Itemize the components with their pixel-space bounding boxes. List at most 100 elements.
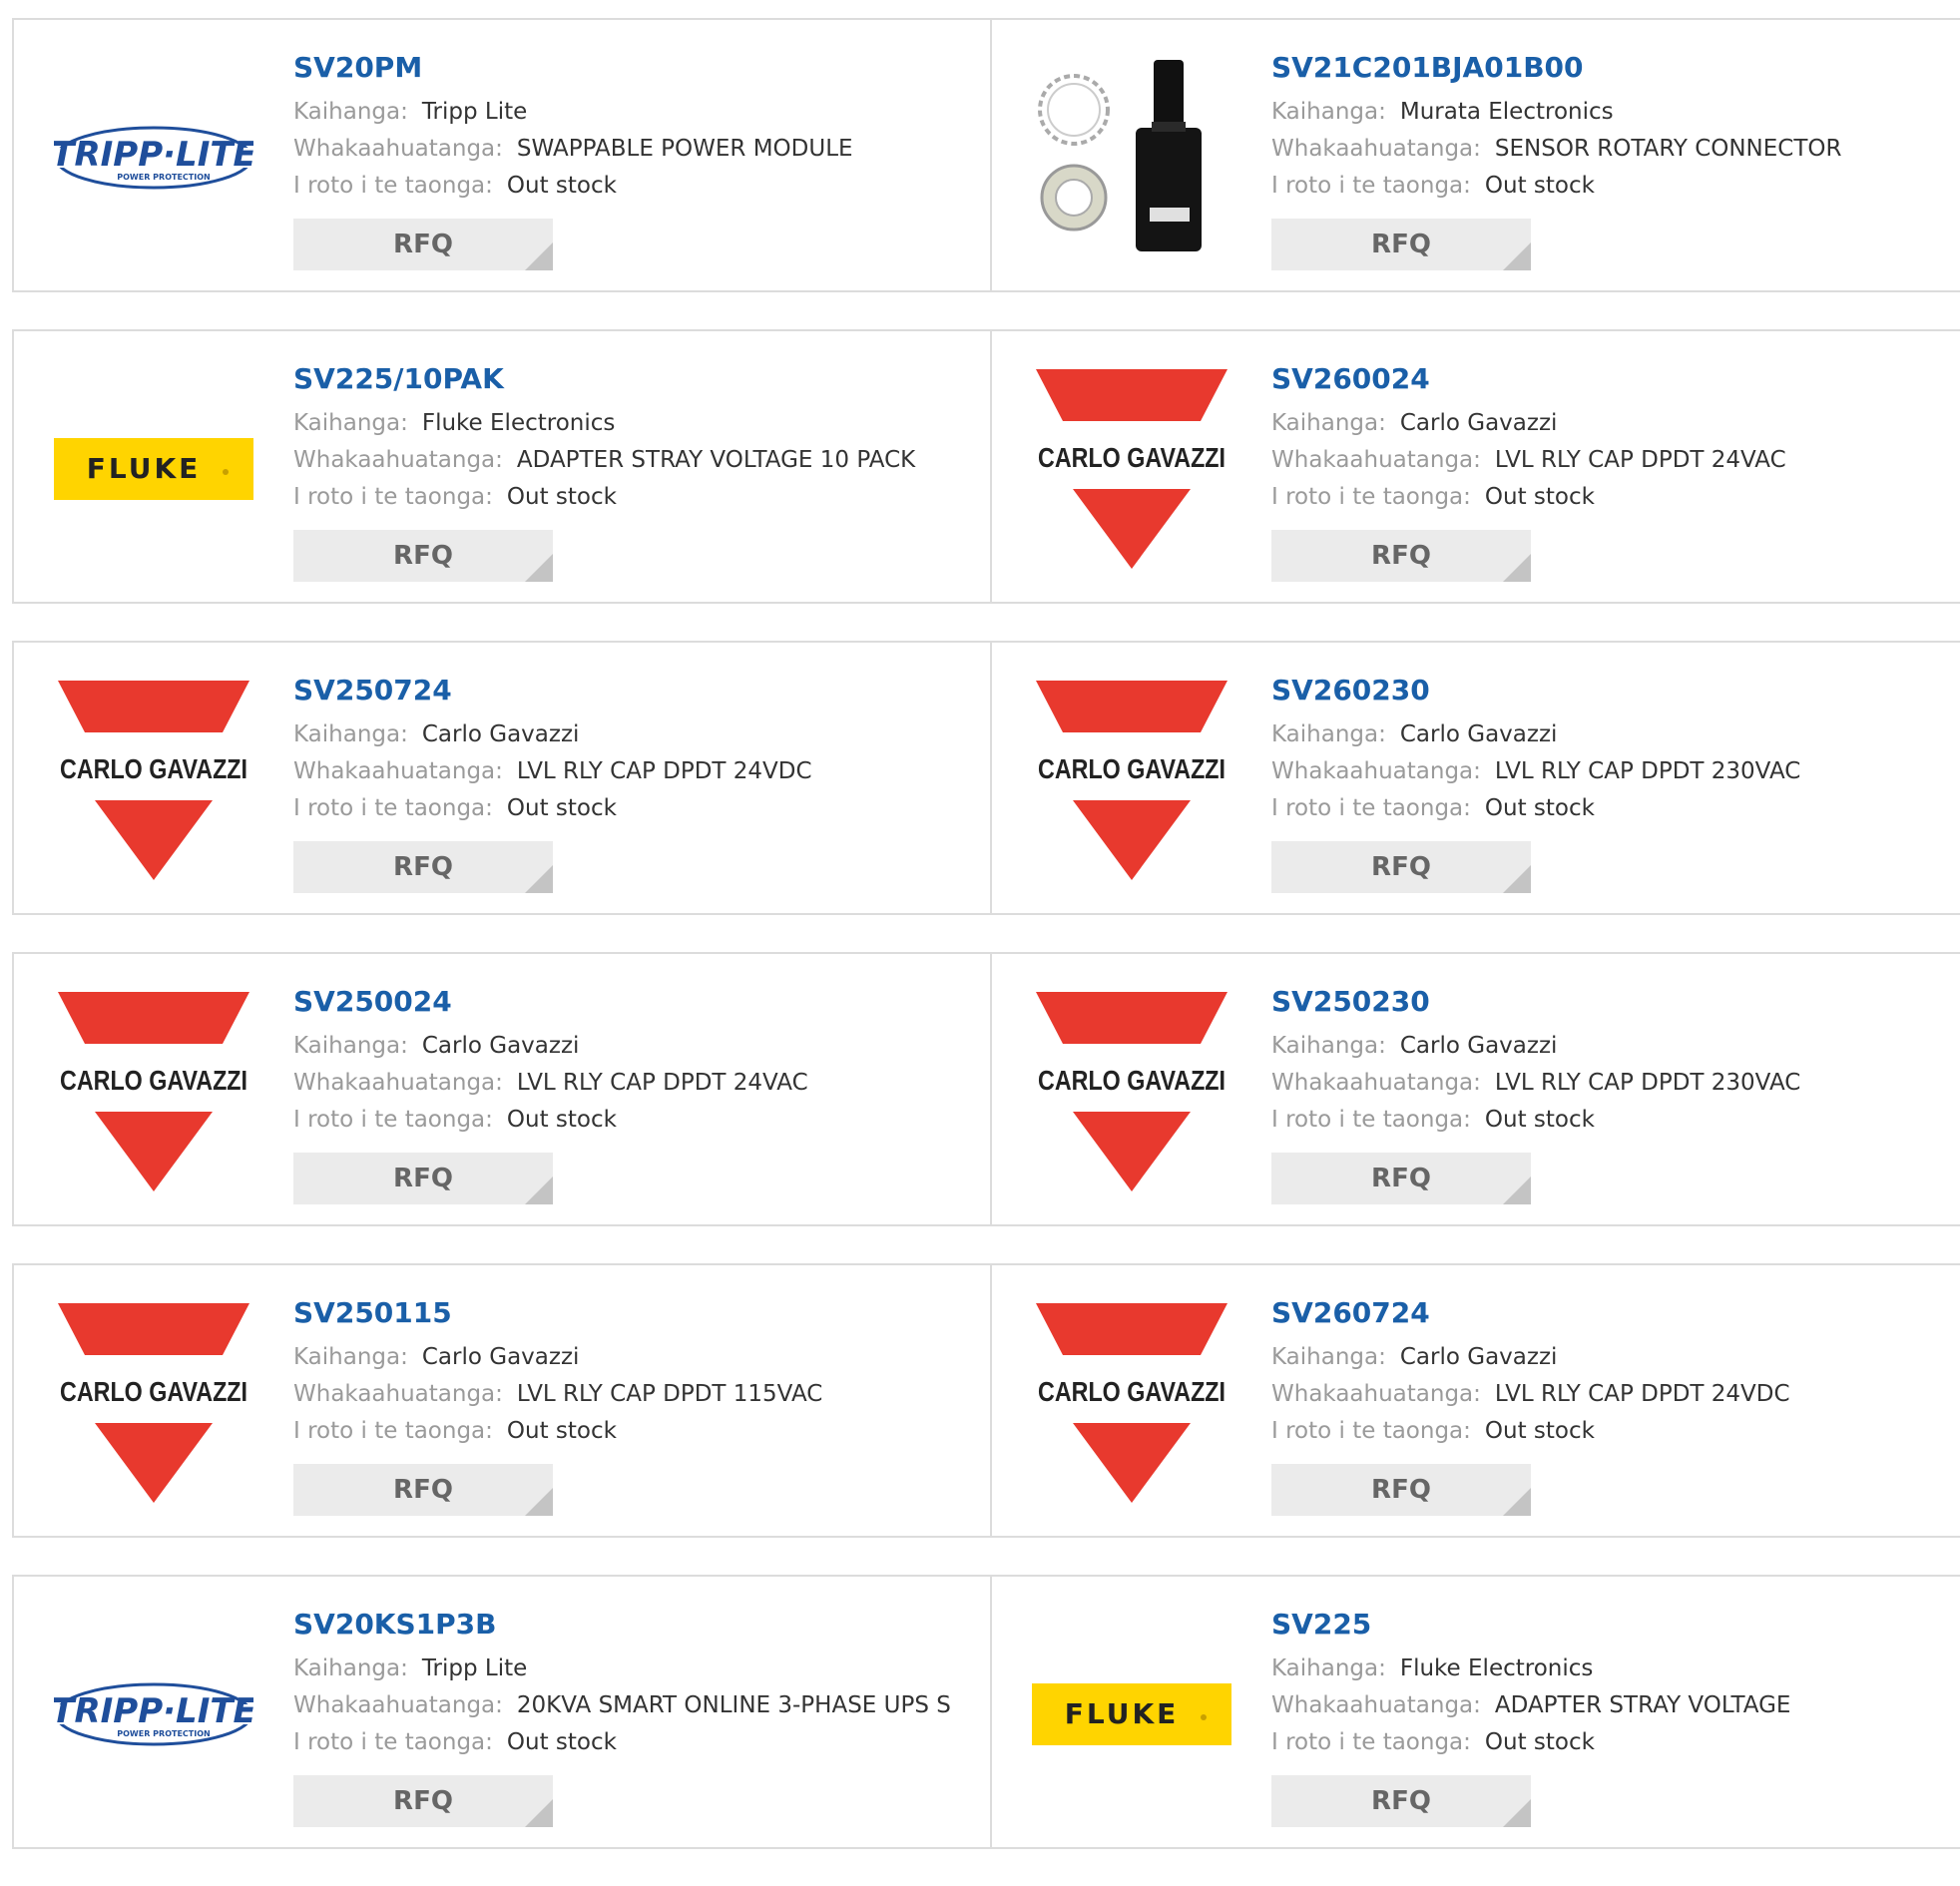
svg-text:POWER PROTECTION: POWER PROTECTION	[117, 1729, 210, 1738]
product-info: SV250230 Kaihanga: Carlo Gavazzi Whakaahuat…	[1271, 984, 1800, 1204]
manufacturer-label: Kaihanga:	[1271, 1655, 1386, 1681]
stock-value: Out stock	[506, 1107, 617, 1133]
manufacturer-line: Kaihanga: Carlo Gavazzi	[293, 716, 812, 753]
description-label: Whakaahuatanga:	[293, 447, 503, 473]
corner-triangle-icon	[1503, 1799, 1531, 1827]
rfq-button[interactable]: RFQ	[293, 1464, 553, 1516]
part-number-link[interactable]: SV21C201BJA01B00	[1271, 50, 1842, 86]
stock-line: I roto i te taonga: Out stock	[293, 479, 915, 516]
svg-text:CARLO GAVAZZI: CARLO GAVAZZI	[1038, 1376, 1225, 1407]
description-label: Whakaahuatanga:	[293, 1381, 503, 1407]
rfq-button[interactable]: RFQ	[293, 1153, 553, 1204]
fluke-logo: FLUKE	[1032, 1683, 1231, 1745]
svg-text:CARLO GAVAZZI: CARLO GAVAZZI	[1038, 442, 1225, 473]
tripp-lite-logo: TRIPP·LITE POWER PROTECTION	[54, 126, 253, 190]
stock-label: I roto i te taonga:	[293, 173, 493, 199]
carlo-gavazzi-logo: CARLO GAVAZZI	[58, 992, 249, 1191]
manufacturer-logo[interactable]: CARLO GAVAZZI	[54, 1303, 253, 1503]
manufacturer-logo[interactable]: CARLO GAVAZZI	[1032, 681, 1231, 880]
corner-triangle-icon	[1503, 1177, 1531, 1204]
stock-line: I roto i te taonga: Out stock	[1271, 1413, 1790, 1450]
manufacturer-value: Carlo Gavazzi	[1399, 410, 1558, 436]
svg-text:CARLO GAVAZZI: CARLO GAVAZZI	[1038, 1065, 1225, 1096]
part-number-link[interactable]: SV250230	[1271, 984, 1800, 1020]
manufacturer-logo[interactable]: CARLO GAVAZZI	[54, 681, 253, 880]
carlo-gavazzi-logo: CARLO GAVAZZI	[1036, 369, 1227, 569]
corner-triangle-icon	[525, 1488, 553, 1516]
description-line: Whakaahuatanga: LVL RLY CAP DPDT 24VAC	[293, 1065, 808, 1102]
manufacturer-label: Kaihanga:	[1271, 1344, 1386, 1370]
svg-text:TRIPP·LITE: TRIPP·LITE	[54, 135, 253, 175]
manufacturer-logo[interactable]: CARLO GAVAZZI	[1032, 992, 1231, 1191]
rfq-button[interactable]: RFQ	[1271, 530, 1531, 582]
part-number-link[interactable]: SV225/10PAK	[293, 361, 915, 397]
stock-line: I roto i te taonga: Out stock	[293, 790, 812, 827]
rfq-button[interactable]: RFQ	[1271, 219, 1531, 270]
manufacturer-logo[interactable]	[1032, 58, 1231, 257]
description-label: Whakaahuatanga:	[293, 136, 503, 162]
description-value: LVL RLY CAP DPDT 24VDC	[1494, 1381, 1790, 1407]
rfq-button[interactable]: RFQ	[293, 530, 553, 582]
product-info: SV260724 Kaihanga: Carlo Gavazzi Whakaahuat…	[1271, 1295, 1790, 1516]
manufacturer-label: Kaihanga:	[1271, 721, 1386, 747]
product-info: SV20KS1P3B Kaihanga: Tripp Lite Whakaahuata…	[293, 1607, 951, 1827]
product-card: CARLO GAVAZZI SV250230 Kaihanga: Carlo Gav…	[990, 954, 1960, 1224]
svg-text:CARLO GAVAZZI: CARLO GAVAZZI	[60, 1065, 247, 1096]
stock-label: I roto i te taonga:	[293, 1729, 493, 1755]
rfq-button[interactable]: RFQ	[1271, 1775, 1531, 1827]
stock-value: Out stock	[1484, 173, 1595, 199]
rfq-button[interactable]: RFQ	[1271, 1153, 1531, 1204]
part-number-link[interactable]: SV225	[1271, 1607, 1790, 1643]
stock-label: I roto i te taonga:	[1271, 484, 1471, 510]
rfq-label: RFQ	[393, 541, 453, 571]
part-number-link[interactable]: SV260024	[1271, 361, 1786, 397]
description-line: Whakaahuatanga: LVL RLY CAP DPDT 24VDC	[293, 753, 812, 790]
product-card: CARLO GAVAZZI SV260230 Kaihanga: Carlo Gav…	[990, 643, 1960, 913]
stock-value: Out stock	[506, 1418, 617, 1444]
product-card: CARLO GAVAZZI SV260724 Kaihanga: Carlo Gav…	[990, 1265, 1960, 1536]
manufacturer-label: Kaihanga:	[293, 410, 408, 436]
rfq-label: RFQ	[393, 1786, 453, 1816]
manufacturer-logo[interactable]: CARLO GAVAZZI	[1032, 1303, 1231, 1503]
part-number-link[interactable]: SV250115	[293, 1295, 822, 1331]
description-line: Whakaahuatanga: SENSOR ROTARY CONNECTOR	[1271, 131, 1842, 168]
rfq-label: RFQ	[1371, 230, 1431, 259]
part-number-link[interactable]: SV250724	[293, 673, 812, 708]
manufacturer-logo[interactable]: TRIPP·LITE POWER PROTECTION	[54, 58, 253, 257]
stock-value: Out stock	[506, 173, 617, 199]
description-line: Whakaahuatanga: LVL RLY CAP DPDT 24VAC	[1271, 442, 1786, 479]
description-value: LVL RLY CAP DPDT 24VDC	[516, 758, 812, 784]
part-number-link[interactable]: SV260724	[1271, 1295, 1790, 1331]
description-label: Whakaahuatanga:	[1271, 758, 1481, 784]
rfq-button[interactable]: RFQ	[1271, 841, 1531, 893]
manufacturer-logo[interactable]: TRIPP·LITE POWER PROTECTION	[54, 1615, 253, 1814]
product-card: CARLO GAVAZZI SV250024 Kaihanga: Carlo Gav…	[14, 954, 990, 1224]
manufacturer-line: Kaihanga: Fluke Electronics	[293, 405, 915, 442]
carlo-gavazzi-logo: CARLO GAVAZZI	[1036, 681, 1227, 880]
manufacturer-line: Kaihanga: Murata Electronics	[1271, 94, 1842, 131]
product-row: CARLO GAVAZZI SV250024 Kaihanga: Carlo Gav…	[12, 952, 1960, 1226]
part-number-link[interactable]: SV250024	[293, 984, 808, 1020]
description-line: Whakaahuatanga: LVL RLY CAP DPDT 24VDC	[1271, 1376, 1790, 1413]
manufacturer-logo[interactable]: FLUKE	[1032, 1615, 1231, 1814]
product-info: SV250024 Kaihanga: Carlo Gavazzi Whakaahuat…	[293, 984, 808, 1204]
product-row: CARLO GAVAZZI SV250115 Kaihanga: Carlo Gav…	[12, 1263, 1960, 1538]
part-number-link[interactable]: SV20PM	[293, 50, 853, 86]
part-number-link[interactable]: SV260230	[1271, 673, 1800, 708]
product-row: TRIPP·LITE POWER PROTECTION SV20PM Kaihan…	[12, 18, 1960, 292]
part-number-link[interactable]: SV20KS1P3B	[293, 1607, 951, 1643]
manufacturer-logo[interactable]: CARLO GAVAZZI	[1032, 369, 1231, 569]
carlo-gavazzi-logo: CARLO GAVAZZI	[1036, 1303, 1227, 1503]
corner-triangle-icon	[1503, 242, 1531, 270]
manufacturer-logo[interactable]: FLUKE	[54, 369, 253, 569]
rfq-button[interactable]: RFQ	[293, 1775, 553, 1827]
manufacturer-logo[interactable]: CARLO GAVAZZI	[54, 992, 253, 1191]
stock-value: Out stock	[1484, 795, 1595, 821]
manufacturer-line: Kaihanga: Carlo Gavazzi	[1271, 405, 1786, 442]
description-label: Whakaahuatanga:	[293, 758, 503, 784]
rfq-button[interactable]: RFQ	[1271, 1464, 1531, 1516]
rfq-button[interactable]: RFQ	[293, 841, 553, 893]
manufacturer-value: Carlo Gavazzi	[421, 1033, 580, 1059]
product-card: FLUKE SV225 Kaihanga: Fluke Electronics Wha…	[990, 1577, 1960, 1847]
rfq-button[interactable]: RFQ	[293, 219, 553, 270]
